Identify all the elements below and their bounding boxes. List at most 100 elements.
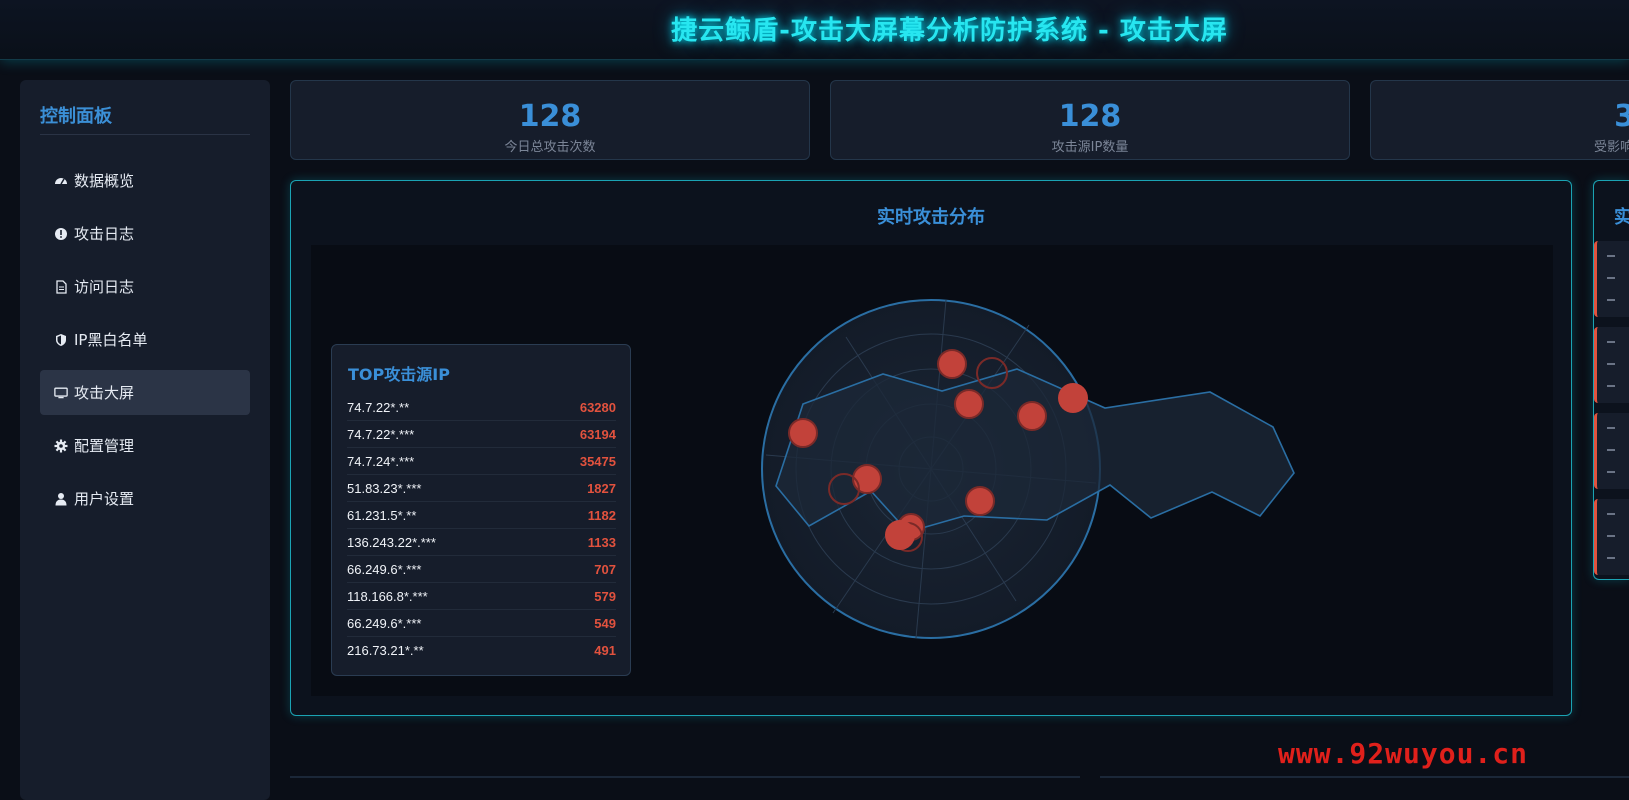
top-ip-title: TOP攻击源IP	[348, 365, 450, 384]
realtime-card-line	[1607, 385, 1615, 387]
realtime-card-line	[1607, 277, 1615, 279]
list-item[interactable]: 61.231.5*.** 1182	[347, 502, 616, 529]
attack-count: 549	[594, 615, 616, 631]
ip-address: 74.7.22*.**	[347, 399, 410, 415]
list-item[interactable]: 74.7.22*.*** 63194	[347, 421, 616, 448]
realtime-card-line	[1607, 557, 1615, 559]
sidebar-item-config[interactable]: 配置管理	[40, 423, 250, 468]
ip-address: 74.7.22*.***	[347, 426, 415, 442]
ip-address: 66.249.6*.***	[347, 561, 422, 577]
watermark: www.92wuyou.cn	[1278, 737, 1529, 770]
list-item[interactable]: 66.249.6*.*** 707	[347, 556, 616, 583]
attack-marker[interactable]	[885, 520, 915, 550]
attack-count: 35475	[579, 453, 616, 469]
realtime-card-line	[1607, 341, 1615, 343]
realtime-card[interactable]	[1594, 413, 1629, 489]
attack-marker[interactable]	[937, 349, 967, 379]
stat-value: 128	[518, 99, 582, 134]
stat-label: 今日总攻击次数	[504, 140, 596, 155]
attack-marker[interactable]	[1017, 401, 1047, 431]
top-attack-ip-panel: TOP攻击源IP 74.7.22*.** 63280 74.7.22*.*** 63…	[331, 344, 631, 676]
realtime-title: 实	[1614, 203, 1629, 229]
attack-count: 63280	[579, 399, 616, 415]
realtime-card-line	[1607, 299, 1615, 301]
sidebar-divider	[40, 134, 250, 135]
list-item[interactable]: 74.7.22*.** 63280	[347, 394, 616, 421]
sidebar-title: 控制面板	[40, 106, 112, 127]
bottom-panel-edge	[1100, 776, 1629, 778]
realtime-card-line	[1607, 427, 1615, 429]
stat-value: 128	[1058, 99, 1122, 134]
realtime-card-line	[1607, 513, 1615, 515]
stat-card-source-ips: 128 攻击源IP数量	[830, 80, 1350, 160]
stat-label: 攻击源IP数量	[1051, 140, 1129, 155]
ip-address: 136.243.22*.***	[347, 534, 436, 550]
page-title: 捷云鲸盾-攻击大屏幕分析防护系统 - 攻击大屏	[671, 16, 1228, 46]
monitor-icon	[54, 386, 68, 400]
bottom-panel-edge	[290, 776, 1080, 778]
sidebar-item-label: 攻击日志	[74, 225, 135, 243]
sidebar-item-attack-screen[interactable]: 攻击大屏	[40, 370, 250, 415]
ip-address: 66.249.6*.***	[347, 615, 422, 631]
map-title: 实时攻击分布	[877, 207, 985, 228]
realtime-card[interactable]	[1594, 499, 1629, 575]
realtime-card[interactable]	[1594, 327, 1629, 403]
top-ip-list: 74.7.22*.** 63280 74.7.22*.*** 63194 74.7.…	[347, 394, 616, 664]
realtime-card-line	[1607, 471, 1615, 473]
sidebar: 控制面板 数据概览 攻击日志 访问日志 IP黑白名单 攻击大屏 配置管理 用户设…	[20, 80, 270, 800]
list-item[interactable]: 216.73.21*.** 491	[347, 637, 616, 664]
attack-marker[interactable]	[788, 418, 818, 448]
ip-address: 118.166.8*.***	[347, 588, 428, 604]
list-item[interactable]: 136.243.22*.*** 1133	[347, 529, 616, 556]
list-item[interactable]: 51.83.23*.*** 1827	[347, 475, 616, 502]
sidebar-item-user-settings[interactable]: 用户设置	[40, 476, 250, 521]
list-item[interactable]: 74.7.24*.*** 35475	[347, 448, 616, 475]
sidebar-item-label: 配置管理	[74, 437, 135, 455]
realtime-card-line	[1607, 255, 1615, 257]
dashboard-icon	[54, 174, 68, 188]
sidebar-item-label: 访问日志	[74, 278, 135, 296]
realtime-card-line	[1607, 363, 1615, 365]
attack-marker[interactable]	[1058, 383, 1088, 413]
ip-address: 51.83.23*.***	[347, 480, 422, 496]
stat-card-affected: 3 受影响	[1370, 80, 1629, 160]
attack-marker[interactable]	[965, 486, 995, 516]
ip-address: 61.231.5*.**	[347, 507, 417, 523]
gear-icon	[54, 439, 68, 453]
sidebar-item-attack-log[interactable]: 攻击日志	[40, 211, 250, 256]
attack-count: 491	[594, 643, 616, 658]
shield-icon	[54, 333, 68, 347]
realtime-card-line	[1607, 535, 1615, 537]
ip-address: 216.73.21*.**	[347, 643, 424, 658]
sidebar-nav: 数据概览 攻击日志 访问日志 IP黑白名单 攻击大屏 配置管理 用户设置	[40, 158, 250, 529]
sidebar-item-label: 用户设置	[74, 490, 135, 508]
realtime-attack-panel: 实	[1593, 180, 1629, 580]
sidebar-item-label: 攻击大屏	[74, 384, 135, 402]
sidebar-item-access-log[interactable]: 访问日志	[40, 264, 250, 309]
file-icon	[54, 279, 68, 294]
exclamation-circle-icon	[54, 227, 68, 241]
attack-marker[interactable]	[954, 389, 984, 419]
list-item[interactable]: 66.249.6*.*** 549	[347, 610, 616, 637]
user-icon	[54, 492, 68, 506]
list-item[interactable]: 118.166.8*.*** 579	[347, 583, 616, 610]
top-header: 捷云鲸盾-攻击大屏幕分析防护系统 - 攻击大屏	[0, 0, 1629, 60]
sidebar-item-data-overview[interactable]: 数据概览	[40, 158, 250, 203]
attack-marker[interactable]	[852, 464, 882, 494]
ip-address: 74.7.24*.***	[347, 453, 415, 469]
sidebar-item-label: IP黑白名单	[74, 331, 148, 349]
sidebar-item-label: 数据概览	[74, 172, 135, 190]
attack-count: 63194	[579, 426, 616, 442]
realtime-card[interactable]	[1594, 241, 1629, 317]
attack-count: 1827	[587, 480, 616, 496]
attack-map-panel: 实时攻击分布 TOP攻击源IP 74.7.22*.** 63280 74.7.2…	[290, 180, 1572, 716]
stat-value: 3	[1371, 99, 1629, 134]
realtime-card-line	[1607, 449, 1615, 451]
attack-count: 707	[594, 561, 616, 577]
sidebar-item-ip-list[interactable]: IP黑白名单	[40, 317, 250, 362]
attack-count: 1182	[587, 507, 616, 523]
attack-count: 1133	[587, 534, 616, 550]
attack-count: 579	[594, 588, 616, 604]
stat-card-total-attacks: 128 今日总攻击次数	[290, 80, 810, 160]
stat-label: 受影响	[1593, 140, 1629, 155]
